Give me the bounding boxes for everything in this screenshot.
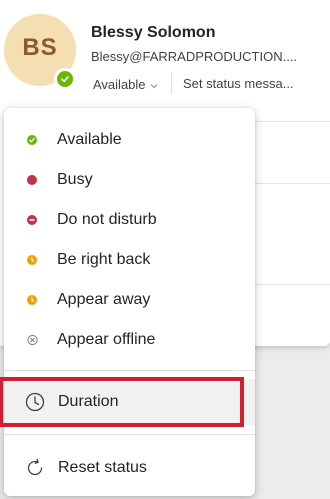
status-item-label: Appear away <box>57 291 151 308</box>
status-item-label: Appear offline <box>57 331 156 348</box>
card-divider <box>255 183 330 184</box>
be-right-back-icon <box>27 255 37 265</box>
card-divider <box>255 121 330 122</box>
status-item-be-right-back[interactable]: Be right back <box>4 240 255 280</box>
status-dropdown-label: Available <box>93 76 146 92</box>
status-item-label: Available <box>57 131 122 148</box>
status-item-label: Be right back <box>57 251 151 268</box>
reset-status-menu-item[interactable]: Reset status <box>4 447 255 489</box>
menu-divider <box>4 370 255 371</box>
available-icon <box>27 135 37 145</box>
do-not-disturb-icon <box>27 215 37 225</box>
duration-menu-item[interactable]: Duration <box>4 379 255 425</box>
status-divider <box>171 72 172 94</box>
reset-icon <box>25 458 45 483</box>
menu-divider <box>4 434 255 435</box>
reset-status-label: Reset status <box>58 459 147 476</box>
profile-name: Blessy Solomon <box>91 24 216 41</box>
presence-available-icon <box>54 68 76 90</box>
status-item-label: Do not disturb <box>57 211 157 228</box>
chevron-down-icon <box>150 77 158 92</box>
avatar-initials: BS <box>22 34 58 61</box>
busy-icon <box>27 175 37 185</box>
appear-offline-icon <box>27 334 38 346</box>
status-item-available[interactable]: Available <box>4 120 255 160</box>
set-status-message-link[interactable]: Set status messa... <box>183 74 313 94</box>
status-item-appear-offline[interactable]: Appear offline <box>4 320 255 360</box>
status-menu: Available Busy Do not disturb Be right b… <box>4 108 255 496</box>
status-item-appear-away[interactable]: Appear away <box>4 280 255 320</box>
duration-label: Duration <box>58 393 119 410</box>
clock-icon <box>25 392 45 417</box>
appear-away-icon <box>27 295 37 305</box>
profile-email: Blessy@FARRADPRODUCTION.... <box>91 49 298 64</box>
status-item-label: Busy <box>57 171 93 188</box>
status-item-busy[interactable]: Busy <box>4 160 255 200</box>
status-item-do-not-disturb[interactable]: Do not disturb <box>4 200 255 240</box>
card-divider <box>255 284 330 285</box>
status-dropdown[interactable]: Available <box>93 74 158 94</box>
